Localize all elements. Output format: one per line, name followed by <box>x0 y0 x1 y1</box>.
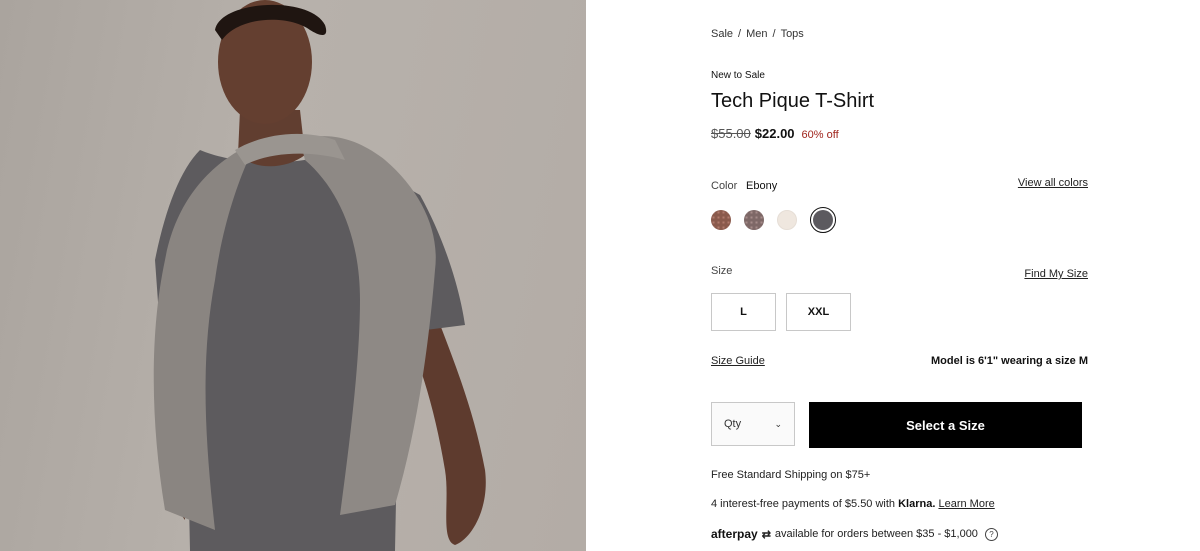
help-icon[interactable]: ? <box>984 527 998 541</box>
swatch-cream[interactable] <box>777 210 797 230</box>
select-size-button[interactable]: Select a Size <box>809 402 1082 448</box>
breadcrumb-separator: / <box>772 28 776 40</box>
afterpay-text: available for orders between $35 - $1,00… <box>774 528 978 540</box>
color-label: Color <box>711 180 738 192</box>
breadcrumb-tops[interactable]: Tops <box>781 28 804 40</box>
shipping-info: Free Standard Shipping on $75+ <box>711 469 871 481</box>
afterpay-arrows-icon: ⇄ <box>761 528 771 541</box>
qty-label: Qty <box>724 418 742 430</box>
breadcrumb: Sale / Men / Tops <box>711 28 804 40</box>
breadcrumb-separator: / <box>738 28 742 40</box>
product-image[interactable] <box>0 0 586 551</box>
sale-price: $22.00 <box>754 126 795 141</box>
new-to-sale-badge: New to Sale <box>711 70 765 81</box>
klarna-logo: Klarna. <box>898 498 936 510</box>
product-title: Tech Pique T-Shirt <box>711 90 875 112</box>
swatch-ebony-selected[interactable] <box>810 207 836 233</box>
original-price: $55.00 <box>711 126 751 141</box>
price-row: $55.00 $22.00 60% off <box>711 126 839 141</box>
quantity-select[interactable]: Qty ⌄ <box>711 402 795 446</box>
learn-more-link[interactable]: Learn More <box>938 498 994 510</box>
klarna-text: 4 interest-free payments of $5.50 with <box>711 498 896 510</box>
discount-label: 60% off <box>801 129 839 141</box>
find-my-size-link[interactable]: Find My Size <box>1024 268 1088 280</box>
breadcrumb-sale[interactable]: Sale <box>711 28 733 40</box>
afterpay-logo: afterpay <box>711 527 758 541</box>
breadcrumb-men[interactable]: Men <box>746 28 767 40</box>
swatch-mauve-pattern[interactable] <box>744 210 764 230</box>
chevron-down-icon: ⌄ <box>774 418 782 429</box>
afterpay-info: afterpay ⇄ available for orders between … <box>711 527 998 541</box>
selected-color: Ebony <box>746 180 778 192</box>
size-label: Size <box>711 265 733 277</box>
swatch-rust-pattern[interactable] <box>711 210 731 230</box>
size-l-button[interactable]: L <box>711 293 776 331</box>
klarna-info: 4 interest-free payments of $5.50 with K… <box>711 498 995 510</box>
color-swatches <box>711 207 836 233</box>
view-all-colors-link[interactable]: View all colors <box>1018 177 1088 189</box>
model-illustration <box>153 0 486 551</box>
product-details: Sale / Men / Tops New to Sale Tech Pique… <box>711 0 1091 551</box>
model-size-info: Model is 6'1" wearing a size M <box>931 355 1088 367</box>
size-guide-link[interactable]: Size Guide <box>711 355 765 367</box>
swatch-ebony-fill <box>813 210 833 230</box>
size-xxl-button[interactable]: XXL <box>786 293 851 331</box>
size-options: L XXL <box>711 293 851 331</box>
